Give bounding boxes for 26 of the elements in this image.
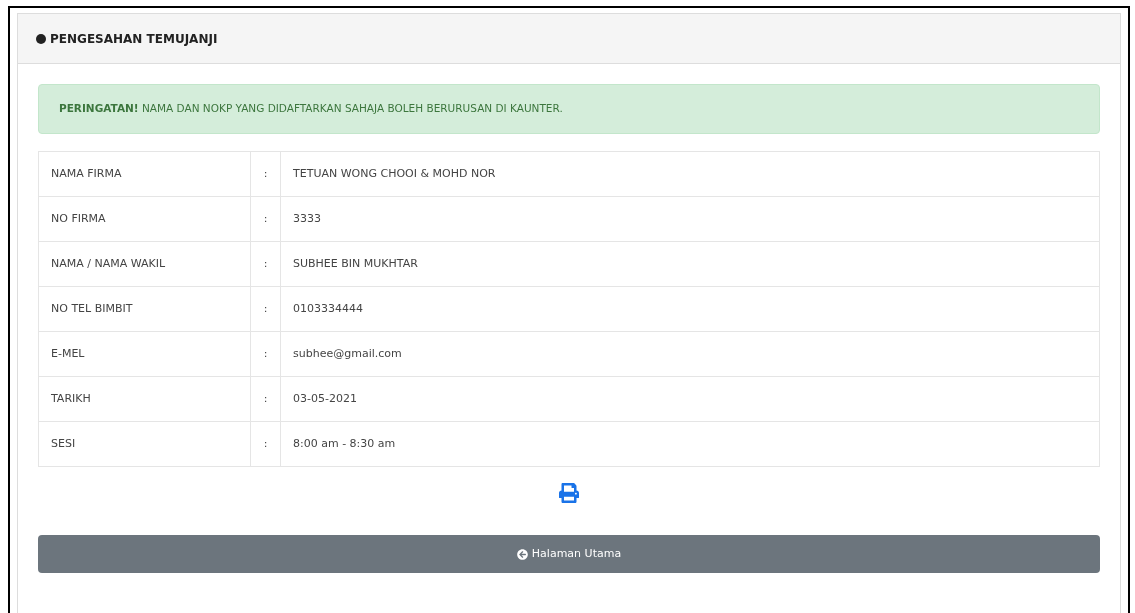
table-cell: : [250, 151, 281, 197]
home-button[interactable]: Halaman Utama [38, 535, 1100, 573]
table-cell: 3333 [280, 196, 1100, 242]
back-arrow-icon [516, 548, 528, 560]
table-cell: : [250, 421, 281, 467]
table-cell: NAMA / NAMA WAKIL [38, 241, 251, 287]
card-title: PENGESAHAN TEMUJANJI [50, 30, 218, 48]
table-cell: : [250, 376, 281, 422]
warning-alert: PERINGATAN! NAMA DAN NOKP YANG DIDAFTARKAN SAHAJA BOLEH BERURUSAN DI KAUNTER. [38, 84, 1100, 134]
table-cell: SUBHEE BIN MUKHTAR [280, 241, 1100, 287]
table-cell: 0103334444 [280, 286, 1100, 332]
table-cell: : [250, 196, 281, 242]
table-cell: SESI [38, 421, 251, 467]
table-cell: : [250, 241, 281, 287]
table-cell: subhee@gmail.com [280, 331, 1100, 377]
table-cell: TARIKH [38, 376, 251, 422]
table-cell: 03-05-2021 [280, 376, 1100, 422]
table-cell: E-MEL [38, 331, 251, 377]
table-cell: NAMA FIRMA [38, 151, 251, 197]
table-cell: TETUAN WONG CHOOI & MOHD NOR [280, 151, 1100, 197]
print-icon[interactable] [559, 483, 579, 503]
table-cell: : [250, 331, 281, 377]
table-cell: NO TEL BIMBIT [38, 286, 251, 332]
table-cell: NO FIRMA [38, 196, 251, 242]
table-cell: 8:00 am - 8:30 am [280, 421, 1100, 467]
table-cell: : [250, 286, 281, 332]
